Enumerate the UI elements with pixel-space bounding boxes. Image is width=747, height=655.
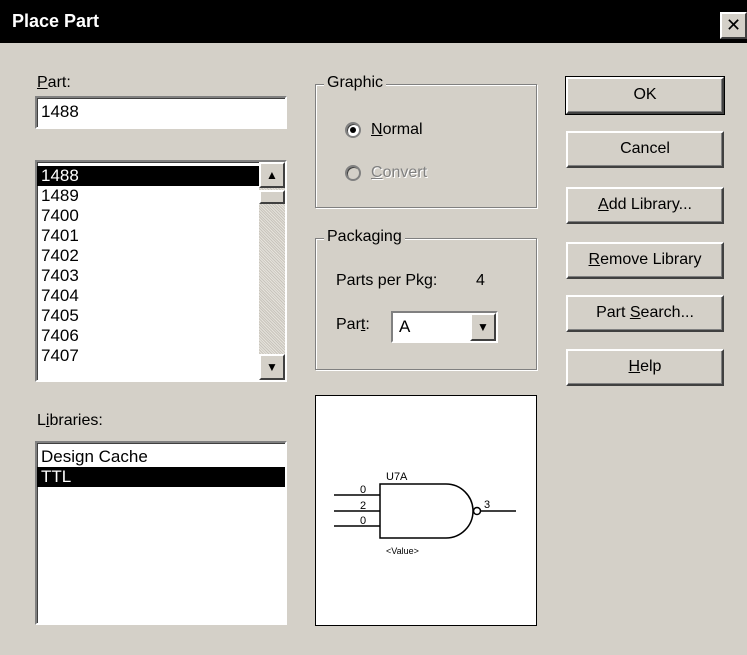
parts-per-pkg-value: 4 (476, 272, 485, 289)
window-title: Place Part (12, 11, 100, 31)
close-icon: ✕ (725, 15, 742, 35)
packaging-group: Packaging (315, 228, 537, 370)
part-list-item[interactable]: 7405 (37, 306, 285, 326)
arrow-up-icon: ▲ (266, 168, 278, 182)
part-list[interactable]: 1488 1489 7400 7401 7402 7403 7404 7405 7406 7407… (35, 160, 287, 382)
ok-button[interactable]: OK (565, 76, 725, 115)
radio-checked-icon (345, 122, 361, 138)
libraries-label: Libraries: (37, 412, 103, 429)
pin-label-out: 3 (484, 499, 490, 511)
library-list-item[interactable]: Design Cache (37, 447, 285, 467)
part-list-scrollbar[interactable]: ▲ ▼ (259, 162, 285, 380)
help-button[interactable]: Help (566, 349, 724, 386)
ref-designator: U7A (386, 471, 408, 483)
part-list-item[interactable]: 7402 (37, 246, 285, 266)
pkg-part-select[interactable]: A ▼ (391, 311, 498, 343)
scroll-down-button[interactable]: ▼ (259, 354, 285, 380)
pin-label-in1: 0 (360, 484, 366, 496)
pin-label-in3: 0 (360, 515, 366, 527)
part-name-value: 1488 (41, 102, 79, 121)
part-list-item[interactable]: 1488 (37, 166, 285, 186)
part-preview: U7A 0 2 0 3 <Value> (315, 395, 537, 626)
convert-radio-label: Convert (371, 164, 428, 181)
normal-radio-label: Normal (371, 121, 423, 138)
nand-gate-symbol: U7A 0 2 0 3 <Value> (334, 471, 516, 556)
pkg-part-dropdown-button[interactable]: ▼ (470, 313, 496, 341)
parts-per-pkg-label: Parts per Pkg: (336, 272, 438, 289)
cancel-button[interactable]: Cancel (566, 131, 724, 168)
arrow-down-icon: ▼ (266, 360, 278, 374)
title-bar: Place Part (0, 0, 747, 43)
part-list-item[interactable]: 7403 (37, 266, 285, 286)
pkg-part-label: Part: (336, 316, 370, 333)
pin-label-in2: 2 (360, 500, 366, 512)
graphic-group-title: Graphic (324, 74, 387, 92)
radio-unchecked-icon (345, 165, 361, 181)
remove-library-button[interactable]: Remove Library (566, 242, 724, 279)
part-search-button[interactable]: Part Search... (566, 295, 724, 332)
part-list-item[interactable]: 1489 (37, 186, 285, 206)
part-list-item[interactable]: 7406 (37, 326, 285, 346)
chevron-down-icon: ▼ (477, 320, 489, 334)
part-list-item[interactable]: 7404 (37, 286, 285, 306)
libraries-list[interactable]: Design Cache TTL (35, 441, 287, 625)
part-list-item[interactable]: 7407 (37, 346, 285, 366)
graphic-group: Graphic (315, 74, 537, 208)
normal-radio[interactable]: Normal (345, 121, 423, 139)
pkg-part-value: A (399, 317, 411, 336)
packaging-group-title: Packaging (324, 228, 405, 246)
part-name-input[interactable]: 1488 (35, 96, 287, 129)
part-list-item[interactable]: 7400 (37, 206, 285, 226)
part-list-item[interactable]: 7401 (37, 226, 285, 246)
close-button[interactable]: ✕ (720, 12, 747, 39)
value-label: <Value> (386, 546, 419, 556)
add-library-button[interactable]: Add Library... (566, 187, 724, 224)
library-list-item[interactable]: TTL (37, 467, 285, 487)
part-label: Part: (37, 74, 71, 91)
convert-radio[interactable]: Convert (345, 164, 427, 182)
scroll-thumb[interactable] (259, 190, 285, 204)
scroll-up-button[interactable]: ▲ (259, 162, 285, 188)
